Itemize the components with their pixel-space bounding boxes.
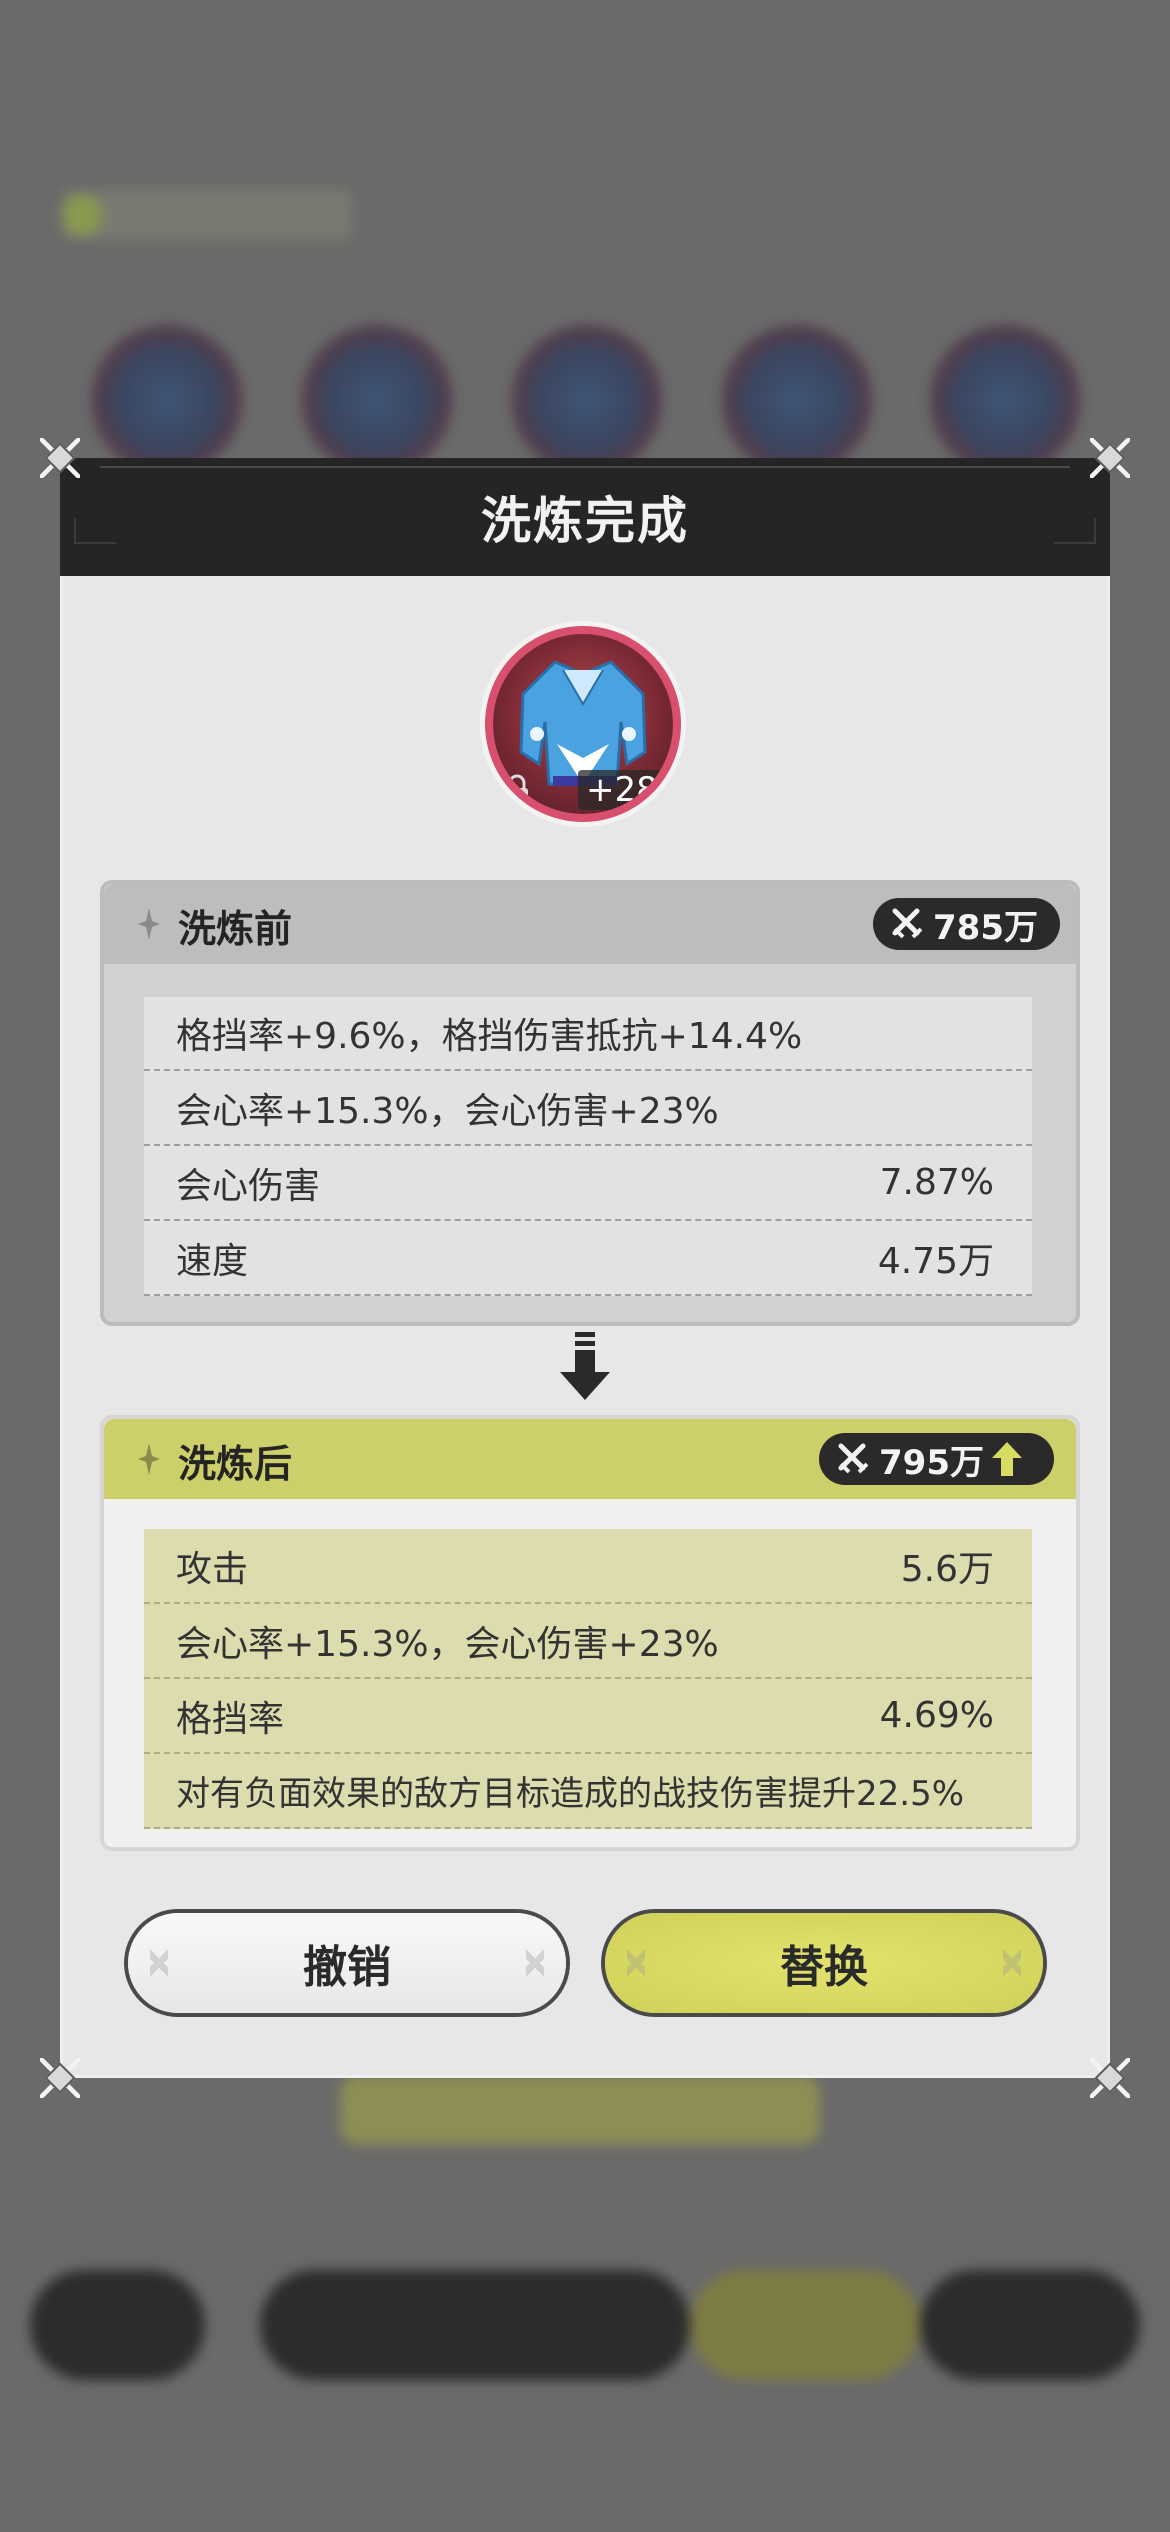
attribute-value: 7.87% xyxy=(879,1162,994,1203)
after-label: 洗炼后 xyxy=(178,1442,293,1486)
cancel-button-label: 撤销 xyxy=(303,1942,391,1993)
enhance-level-badge: +280 xyxy=(578,770,673,810)
attribute-row: 格挡率 4.69% xyxy=(144,1679,1032,1754)
background-pill xyxy=(920,2270,1140,2380)
attribute-value: 4.69% xyxy=(879,1695,994,1736)
background-slot xyxy=(302,325,452,475)
attribute-name: 攻击 xyxy=(176,1548,249,1590)
sparkle-icon xyxy=(138,1443,160,1475)
attribute-name: 格挡率+9.6%，格挡伤害抵抗+14.4% xyxy=(176,1016,803,1057)
panel-header: 洗炼前 785万 xyxy=(104,884,1076,964)
lock-icon xyxy=(506,774,528,805)
background-pill xyxy=(30,2270,205,2380)
dialog-header: 洗炼完成 xyxy=(60,458,1110,576)
background-pill xyxy=(260,2270,690,2380)
attribute-name: 格挡率 xyxy=(176,1698,285,1740)
arrow-up-icon xyxy=(992,1442,1022,1476)
crossed-swords-icon xyxy=(892,908,923,939)
attribute-row: 格挡率+9.6%，格挡伤害抵抗+14.4% xyxy=(144,997,1032,1071)
down-arrow-icon xyxy=(560,1332,610,1400)
attribute-name: 会心伤害 xyxy=(176,1165,321,1207)
replace-button-label: 替换 xyxy=(780,1942,868,1993)
background-title xyxy=(62,190,352,240)
before-label: 洗炼前 xyxy=(178,907,293,951)
power-badge: 785万 xyxy=(873,898,1060,950)
replace-button[interactable]: 替换 xyxy=(605,1913,1043,2013)
background-button xyxy=(340,2075,820,2145)
background-slot xyxy=(930,325,1080,475)
power-badge: 795万 xyxy=(819,1433,1054,1485)
attribute-list: 攻击 5.6万 会心率+15.3%，会心伤害+23% 格挡率 4.69% 对有负面效… xyxy=(144,1529,1032,1829)
crossed-swords-icon xyxy=(838,1443,869,1474)
background-pill xyxy=(690,2270,920,2380)
attribute-name: 会心率+15.3%，会心伤害+23% xyxy=(176,1090,719,1132)
attribute-row: 会心率+15.3%，会心伤害+23% xyxy=(144,1071,1032,1146)
attribute-name: 会心率+15.3%，会心伤害+23% xyxy=(176,1623,719,1665)
attribute-name: 对有负面效果的敌方目标造成的战技伤害提升22.5% xyxy=(176,1774,965,1814)
attribute-value: 4.75万 xyxy=(877,1240,994,1282)
power-value: 785万 xyxy=(933,907,1038,948)
power-value: 795万 xyxy=(879,1442,984,1483)
attribute-row: 攻击 5.6万 xyxy=(144,1529,1032,1604)
attribute-list: 格挡率+9.6%，格挡伤害抵抗+14.4% 会心率+15.3%，会心伤害+23%… xyxy=(144,997,1032,1296)
background-slot xyxy=(512,325,662,475)
attribute-row: 会心伤害 7.87% xyxy=(144,1146,1032,1221)
equipment-item-icon[interactable]: +280 xyxy=(485,626,681,822)
dialog-title: 洗炼完成 xyxy=(481,492,689,550)
attribute-value: 5.6万 xyxy=(900,1548,994,1590)
corner-ornament-icon xyxy=(40,438,80,478)
background-slot xyxy=(92,325,242,475)
corner-ornament-icon xyxy=(1090,438,1130,478)
before-refine-panel: 洗炼前 785万 格挡率+9.6%，格挡伤害抵抗+14.4% 会心率+15.3%… xyxy=(100,880,1080,1326)
panel-header: 洗炼后 795万 xyxy=(104,1419,1076,1499)
cancel-button[interactable]: 撤销 xyxy=(128,1913,566,2013)
attribute-row: 速度 4.75万 xyxy=(144,1221,1032,1296)
background-slot xyxy=(722,325,872,475)
after-refine-panel: 洗炼后 795万 攻击 5.6万 会心率+15.3%，会心伤害+23% 格挡率 4.… xyxy=(100,1415,1080,1851)
attribute-row: 对有负面效果的敌方目标造成的战技伤害提升22.5% xyxy=(144,1754,1032,1829)
attribute-name: 速度 xyxy=(176,1240,249,1282)
corner-ornament-icon xyxy=(1090,2058,1130,2098)
refine-result-dialog: 洗炼完成 +280 洗炼前 785万 格挡率+9.6%，格挡伤害抵抗+14.4%… xyxy=(40,438,1130,2098)
sparkle-icon xyxy=(138,908,160,940)
attribute-row: 会心率+15.3%，会心伤害+23% xyxy=(144,1604,1032,1679)
corner-ornament-icon xyxy=(40,2058,80,2098)
